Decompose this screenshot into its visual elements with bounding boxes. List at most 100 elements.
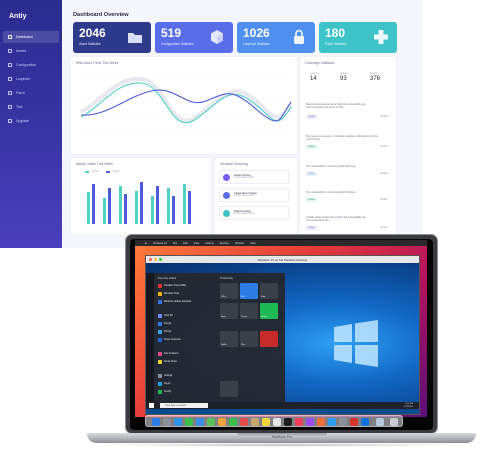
tile-label: Spotify <box>261 316 268 318</box>
apple-icon[interactable]: ● <box>145 241 147 245</box>
group-item-inspection[interactable]: Inspection Group Lorem ipsum dolor <box>219 188 289 202</box>
finder-icon[interactable] <box>152 418 160 426</box>
contacts-icon[interactable] <box>251 418 259 426</box>
tray-clock[interactable]: 3:57 PM 4/12/2021 <box>404 403 413 408</box>
stat-card-patch[interactable]: 180 Patch Statistics <box>319 22 397 53</box>
bar-chart-panel: Newly Online This Week Lorem Ipsum <box>71 158 211 234</box>
tile-label: Store <box>221 316 226 318</box>
start-app-item[interactable]: People <box>158 321 171 327</box>
insight-text: Unsafe asset assets that a high-risk vul… <box>306 216 366 223</box>
start-app-item[interactable]: Snip & Sketch <box>158 351 178 357</box>
sidebar-item-configuration[interactable]: Configuration <box>3 59 59 71</box>
messages-icon[interactable] <box>185 418 193 426</box>
photos-icon[interactable] <box>218 418 226 426</box>
start-app-item[interactable]: Windows Update Assistant <box>158 299 191 305</box>
insight-tag[interactable]: Open <box>306 172 317 176</box>
start-app-item[interactable]: Paint 3D <box>158 313 173 319</box>
mac-menu-item[interactable]: Edit <box>183 242 187 245</box>
stat-value: 1026 <box>243 26 270 40</box>
news-icon[interactable] <box>317 418 325 426</box>
app-icon <box>158 322 162 326</box>
details-link[interactable]: Details > <box>380 226 389 229</box>
tile-label: Office <box>221 296 227 298</box>
start-tile[interactable] <box>220 381 238 397</box>
details-link[interactable]: Details > <box>380 145 389 148</box>
calendar-icon[interactable] <box>240 418 248 426</box>
insight-tag[interactable]: Update <box>306 145 317 149</box>
app-icon <box>158 360 162 364</box>
mac-menu-item[interactable]: View <box>194 242 200 245</box>
launchpad-icon[interactable] <box>163 418 171 426</box>
details-link[interactable]: Details > <box>380 172 389 175</box>
bar-chart <box>79 182 205 225</box>
stat-card-loophole[interactable]: 1026 Loophole Statistics <box>237 22 315 53</box>
mac-menu-item[interactable]: Window <box>235 242 244 245</box>
windows-app-icon[interactable] <box>361 418 369 426</box>
details-link[interactable]: Details > <box>380 198 389 201</box>
bar <box>167 188 170 224</box>
mac-menu-item[interactable]: Actions <box>205 242 214 245</box>
podcasts-icon[interactable] <box>306 418 314 426</box>
start-app-item[interactable]: Windows Tools <box>158 291 179 297</box>
insight-tag[interactable]: Fixed <box>306 226 317 230</box>
start-app-item[interactable]: Spotify <box>158 389 171 395</box>
model-label: MacBook Pro <box>271 435 293 439</box>
bar <box>124 194 127 224</box>
taskbar-search-input[interactable]: Type here to search <box>160 403 208 408</box>
stat-value: 180 <box>325 26 346 40</box>
start-app-item[interactable]: Parallels Tools (ARM) <box>158 283 186 289</box>
bar <box>103 198 106 224</box>
app-store-icon[interactable] <box>328 418 336 426</box>
start-tile[interactable] <box>260 331 278 347</box>
sidebar-item-patch[interactable]: Patch <box>3 87 59 99</box>
parallels-icon[interactable] <box>350 418 358 426</box>
downloads-icon[interactable] <box>376 418 384 426</box>
window-title: Windows 10 on M1 Parallels Desktop <box>257 257 308 262</box>
settings-icon[interactable] <box>339 418 347 426</box>
dashboard-window: Antiy Dashboard Assets Configuration Loo… <box>0 0 422 248</box>
trash-icon[interactable] <box>390 418 398 426</box>
sidebar-item-tool[interactable]: Tool <box>3 101 59 113</box>
start-menu-heading: Recently added <box>158 277 177 280</box>
sidebar-item-dashboard[interactable]: Dashboard <box>3 31 59 43</box>
stat-card-configuration[interactable]: 519 Configuration Statistics <box>155 22 233 53</box>
mail-icon[interactable] <box>196 418 204 426</box>
groups-title: Terminal Grouping <box>220 162 248 166</box>
mac-menu-item[interactable]: Windows 10 <box>153 242 167 245</box>
sidebar-item-loophole[interactable]: Loophole <box>3 73 59 85</box>
tv-icon[interactable] <box>284 418 292 426</box>
reminders-icon[interactable] <box>273 418 281 426</box>
mac-menu-item[interactable]: Devices <box>220 242 229 245</box>
facetime-icon[interactable] <box>229 418 237 426</box>
stat-value: 519 <box>161 26 182 40</box>
mac-menu-item[interactable]: Help <box>250 242 255 245</box>
start-app-item[interactable]: Power Automate <box>158 337 181 343</box>
maps-icon[interactable] <box>207 418 215 426</box>
bar <box>183 184 186 224</box>
insight-tag[interactable]: Update <box>306 198 317 202</box>
start-app-item[interactable]: Photos <box>158 329 171 335</box>
sidebar-item-assets[interactable]: Assets <box>3 45 59 57</box>
bar <box>92 184 95 224</box>
app-icon <box>158 292 162 296</box>
group-label: Patch Group Lorem ipsum dolor <box>234 208 254 216</box>
stat-card-assets[interactable]: 2046 Asset Statistics <box>73 22 151 53</box>
music-icon[interactable] <box>295 418 303 426</box>
insight-text: The host is not secure. It includes upda… <box>306 135 379 142</box>
notes-icon[interactable] <box>262 418 270 426</box>
start-app-item[interactable]: Settings <box>158 373 172 379</box>
start-app-item[interactable]: Skype <box>158 381 170 387</box>
start-button-icon[interactable] <box>149 403 154 408</box>
bar <box>119 186 122 224</box>
sidebar-item-upgrade[interactable]: Upgrade <box>3 115 59 127</box>
start-app-item[interactable]: Sticky Notes <box>158 359 177 365</box>
safari-icon[interactable] <box>174 418 182 426</box>
app-icon <box>158 330 162 334</box>
laptop-shadow <box>95 443 468 447</box>
details-link[interactable]: Details > <box>380 115 389 118</box>
laptop-screen: ● Windows 10 File Edit View Actions Devi… <box>135 240 427 417</box>
insight-tag[interactable]: Fixed <box>306 115 317 119</box>
group-item-patch[interactable]: Patch Group Lorem ipsum dolor <box>219 206 289 220</box>
group-item-asset[interactable]: Asset Group Lorem ipsum dolor <box>219 170 289 184</box>
mac-menu-item[interactable]: File <box>173 242 177 245</box>
